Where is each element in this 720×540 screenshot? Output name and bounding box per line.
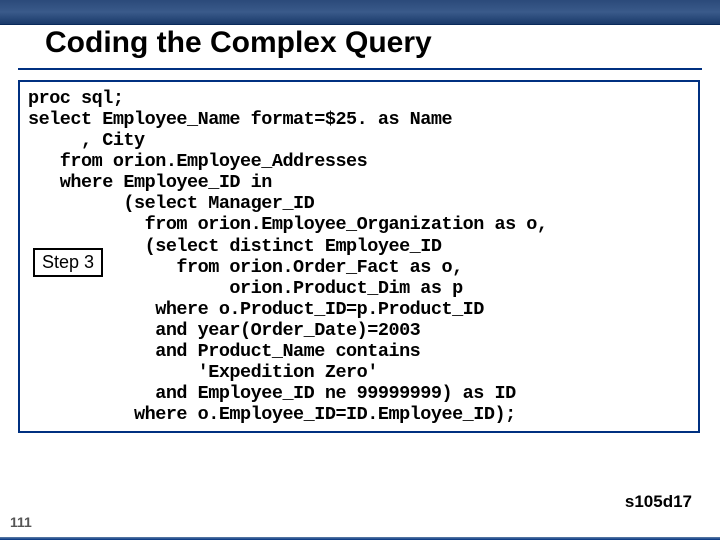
reference-id: s105d17	[625, 492, 692, 512]
slide-title: Coding the Complex Query	[45, 26, 432, 60]
page-number: 111	[10, 514, 32, 530]
code-box: proc sql; select Employee_Name format=$2…	[18, 80, 700, 433]
code-listing: proc sql; select Employee_Name format=$2…	[28, 88, 690, 425]
step-label: Step 3	[33, 248, 103, 277]
title-underline	[18, 68, 702, 70]
header-band	[0, 0, 720, 25]
